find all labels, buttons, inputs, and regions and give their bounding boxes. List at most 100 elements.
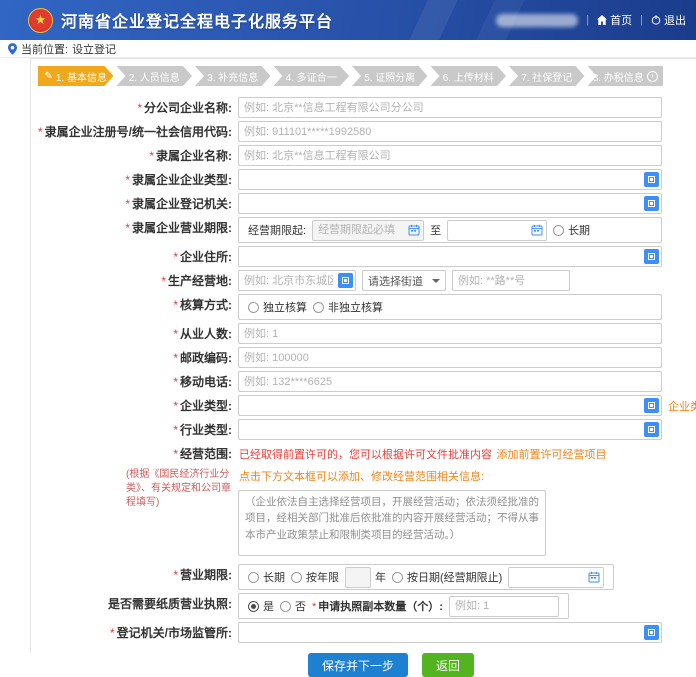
logout-link[interactable]: 退出	[651, 12, 686, 28]
required-asterisk: *	[173, 327, 178, 341]
field-label: 从业人数:	[180, 327, 232, 341]
step-social-security[interactable]: 7. 社保登记	[509, 66, 585, 86]
term-by-date-radio[interactable]	[392, 572, 403, 583]
row-company-type: *企业类型: 企业类型选择	[38, 395, 663, 416]
radio-label: 按年限	[306, 569, 339, 585]
street-select-value: 请选择街道	[368, 273, 423, 289]
address-detail-input[interactable]	[452, 270, 570, 291]
paper-license-no-radio[interactable]	[280, 601, 291, 612]
row-business-scope: *经营范围: (根据《国民经济行业分类》、有关规定和公司章程填写) 已经取得前置…	[38, 443, 663, 561]
home-link[interactable]: 首页	[597, 12, 632, 28]
field-label: 移动电话:	[180, 375, 232, 389]
row-branch-name: *分公司企业名称:	[38, 97, 663, 118]
step-label: 8. 办税信息	[593, 69, 644, 84]
paper-license-yes-radio[interactable]	[248, 601, 259, 612]
reg-authority-input[interactable]	[238, 622, 662, 643]
required-asterisk: *	[173, 298, 178, 312]
scope-hint-red: 已经取得前置许可的，您可以根据许可文件批准内容	[239, 449, 492, 461]
required-asterisk: *	[173, 351, 178, 365]
term-start-label: 经营期限起:	[248, 222, 306, 238]
row-postcode: *邮政编码:	[38, 347, 663, 368]
term-years-input[interactable]	[345, 567, 371, 588]
step-personnel-info[interactable]: 2. 人员信息	[117, 66, 193, 86]
mobile-input[interactable]	[238, 371, 662, 392]
employees-input[interactable]	[238, 323, 662, 344]
nav-divider: |	[640, 14, 643, 26]
breadcrumb: 当前位置: 设立登记	[0, 40, 696, 58]
year-suffix-label: 年	[375, 569, 386, 585]
field-label: 分公司企业名称:	[144, 101, 232, 115]
row-accounting: *核算方式: 独立核算 非独立核算	[38, 294, 663, 320]
username-redacted	[496, 14, 578, 27]
step-label: 7. 社保登记	[521, 69, 572, 84]
parent-name-input[interactable]	[238, 145, 662, 166]
pencil-icon	[44, 71, 52, 82]
picker-icon[interactable]	[644, 249, 659, 264]
industry-type-input[interactable]	[238, 419, 662, 440]
required-asterisk: *	[125, 221, 130, 235]
branch-name-input[interactable]	[238, 97, 662, 118]
row-parent-reg-authority: *隶属企业登记机关:	[38, 193, 663, 214]
term-to-label: 至	[430, 222, 441, 238]
picker-icon[interactable]	[644, 422, 659, 437]
radio-label: 是	[263, 598, 274, 614]
street-select[interactable]: 请选择街道	[362, 270, 446, 291]
step-more-icon[interactable]	[647, 71, 658, 82]
add-licensed-items-link[interactable]: 添加前置许可经营项目	[496, 449, 606, 461]
step-bar: 1. 基本信息 2. 人员信息 3. 补充信息 4. 多证合一 5. 证照分离 …	[38, 66, 663, 86]
license-copies-input[interactable]	[449, 596, 559, 617]
postcode-input[interactable]	[238, 347, 662, 368]
required-asterisk: *	[110, 626, 115, 640]
field-label: 隶属企业登记机关:	[132, 197, 232, 211]
step-certificate-separation[interactable]: 5. 证照分离	[352, 66, 428, 86]
picker-glyph	[648, 402, 655, 409]
calendar-icon[interactable]	[408, 224, 420, 236]
home-icon	[597, 15, 607, 25]
parent-type-input[interactable]	[238, 169, 662, 190]
required-asterisk: *	[173, 447, 178, 461]
parent-term-long-radio[interactable]	[553, 225, 564, 236]
nav-divider: |	[586, 14, 589, 26]
save-next-button[interactable]: 保存并下一步	[308, 653, 408, 677]
picker-icon[interactable]	[644, 196, 659, 211]
step-tax-info[interactable]: 8. 办税信息	[588, 66, 664, 86]
picker-icon[interactable]	[644, 398, 659, 413]
step-label: 3. 补充信息	[207, 69, 258, 84]
row-reg-authority: *登记机关/市场监管所:	[38, 622, 663, 643]
calendar-icon[interactable]	[588, 571, 600, 583]
row-employees: *从业人数:	[38, 323, 663, 344]
scope-hint-line1: 已经取得前置许可的，您可以根据许可文件批准内容 添加前置许可经营项目	[239, 446, 663, 463]
row-parent-type: *隶属企业企业类型:	[38, 169, 663, 190]
parent-term-box: 经营期限起: 至 长期	[238, 217, 662, 243]
required-asterisk: *	[125, 173, 130, 187]
breadcrumb-prefix: 当前位置:	[21, 41, 68, 57]
step-basic-info[interactable]: 1. 基本信息	[38, 66, 114, 86]
non-independent-accounting-radio[interactable]	[313, 302, 324, 313]
company-type-select-link[interactable]: 企业类型选择	[668, 398, 696, 414]
company-type-input[interactable]	[238, 395, 662, 416]
step-label: 2. 人员信息	[129, 69, 180, 84]
national-emblem-logo	[28, 8, 53, 33]
radio-label: 非独立核算	[328, 299, 383, 315]
independent-accounting-radio[interactable]	[248, 302, 259, 313]
business-scope-textarea[interactable]: （企业依法自主选择经营项目，开展经营活动；依法须经批准的项目，经相关部门批准后依…	[238, 490, 546, 556]
picker-icon[interactable]	[644, 625, 659, 640]
step-upload-materials[interactable]: 6. 上传材料	[431, 66, 507, 86]
step-supplementary-info[interactable]: 3. 补充信息	[195, 66, 271, 86]
calendar-icon[interactable]	[531, 224, 543, 236]
parent-code-input[interactable]	[238, 121, 662, 142]
main-panel: 1. 基本信息 2. 人员信息 3. 补充信息 4. 多证合一 5. 证照分离 …	[30, 58, 696, 653]
radio-label: 独立核算	[263, 299, 307, 315]
field-label: 隶属企业营业期限:	[132, 221, 232, 235]
required-asterisk: *	[38, 125, 43, 139]
picker-icon[interactable]	[338, 273, 353, 288]
parent-reg-authority-input[interactable]	[238, 193, 662, 214]
site-title: 河南省企业登记全程电子化服务平台	[61, 8, 333, 32]
row-paper-license: 是否需要纸质营业执照: 是 否 *申请执照副本数量（个）:	[38, 593, 663, 619]
term-by-years-radio[interactable]	[291, 572, 302, 583]
back-button[interactable]: 返回	[422, 653, 474, 677]
address-input[interactable]	[238, 246, 662, 267]
step-multi-certificate[interactable]: 4. 多证合一	[274, 66, 350, 86]
picker-icon[interactable]	[644, 172, 659, 187]
term-long-radio[interactable]	[248, 572, 259, 583]
